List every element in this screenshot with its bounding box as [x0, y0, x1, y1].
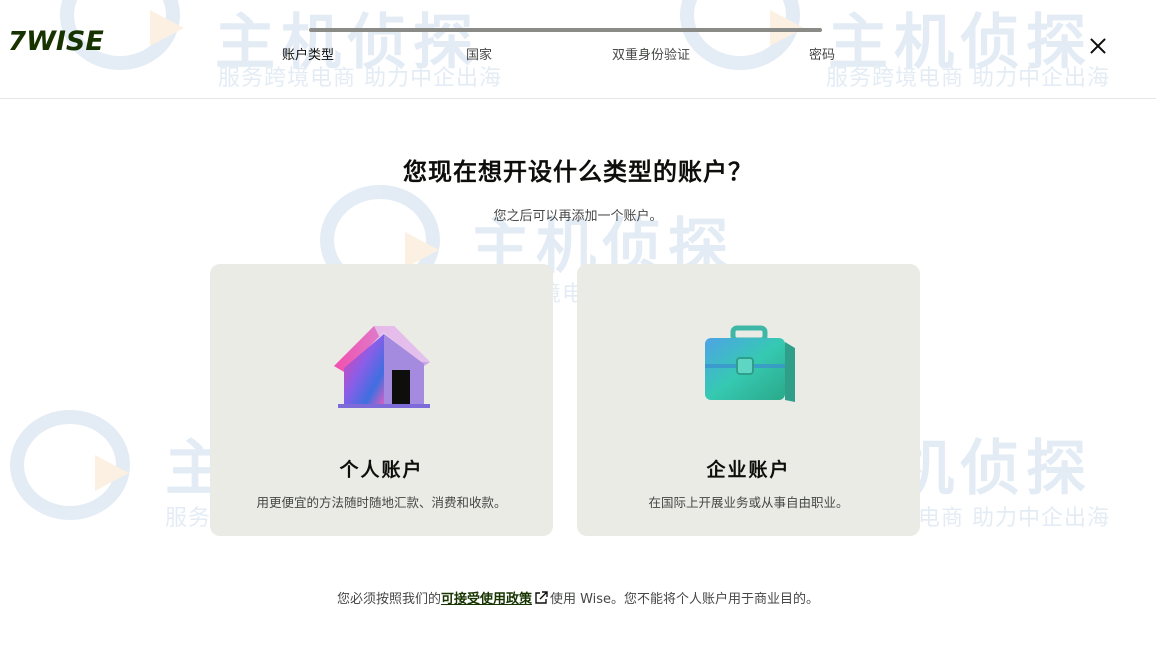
briefcase-icon [704, 325, 795, 402]
house-icon [333, 326, 430, 408]
page-subtitle: 您之后可以再添加一个账户。 [493, 209, 663, 224]
external-link-icon[interactable] [534, 591, 548, 605]
wise-flag-icon: 7 [8, 26, 26, 57]
step-two-factor: 双重身份验证 [611, 48, 691, 63]
usage-policy-notice: 您必须按照我们的可接受使用政策 使用 Wise。您不能将个人账户用于商业目的。 [0, 588, 1156, 607]
step-account-type: 账户类型 [281, 48, 335, 63]
logo-wordmark: WISE [26, 26, 104, 57]
business-account-title: 企业账户 [706, 459, 791, 481]
wise-logo[interactable]: 7 WISE [8, 26, 104, 57]
personal-account-description: 用更便宜的方法随时随地汇款、消费和收款。 [256, 495, 507, 510]
top-bar: 7 WISE 账户类型 国家 双重身份验证 密码 [0, 0, 1156, 99]
step-country: 国家 [465, 48, 493, 63]
step-password: 密码 [808, 48, 836, 63]
business-account-card[interactable]: 企业账户 在国际上开展业务或从事自由职业。 [577, 264, 920, 536]
close-icon[interactable] [1086, 34, 1110, 58]
footer-prefix: 您必须按照我们的 [336, 592, 441, 607]
progress-stepper [309, 28, 822, 32]
personal-account-title: 个人账户 [339, 459, 424, 481]
page-title: 您现在想开设什么类型的账户？ [403, 158, 753, 186]
acceptable-use-policy-link[interactable]: 可接受使用政策 [441, 592, 532, 607]
business-account-description: 在国际上开展业务或从事自由职业。 [648, 495, 849, 510]
personal-account-card[interactable]: 个人账户 用更便宜的方法随时随地汇款、消费和收款。 [210, 264, 553, 536]
footer-suffix: 使用 Wise。您不能将个人账户用于商业目的。 [549, 592, 820, 607]
